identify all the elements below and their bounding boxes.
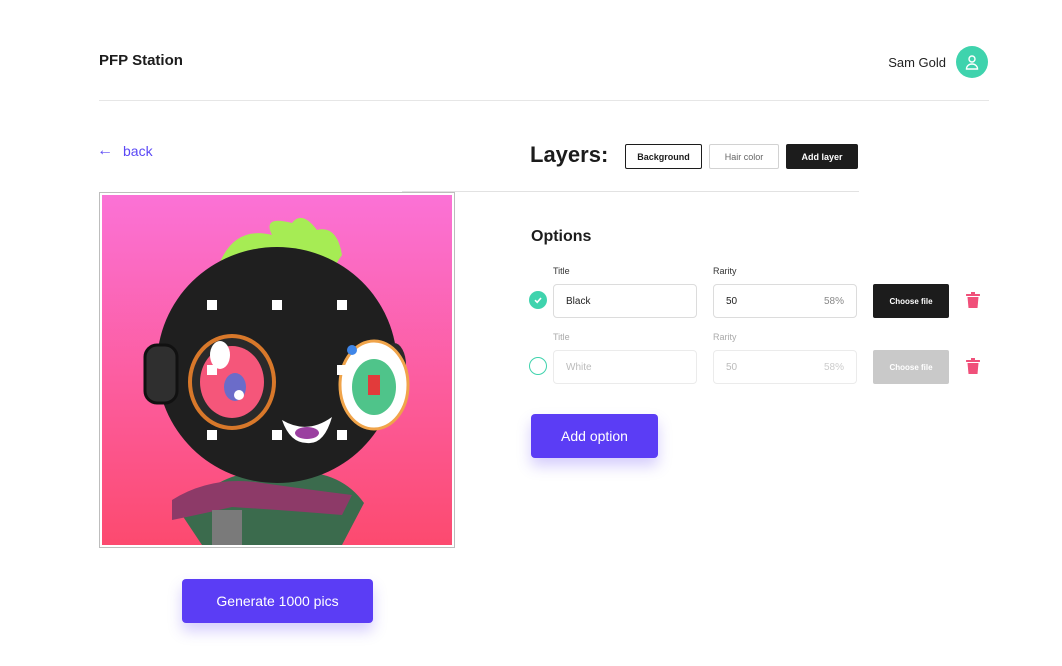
- rarity-label: Rarity: [713, 266, 737, 276]
- title-input[interactable]: White: [553, 350, 697, 384]
- user-name: Sam Gold: [888, 54, 946, 70]
- rarity-value: 50: [726, 295, 738, 307]
- trash-icon[interactable]: [966, 292, 980, 308]
- rarity-value: 50: [726, 361, 738, 373]
- tab-hair-color[interactable]: Hair color: [709, 144, 779, 169]
- rarity-percent: 58%: [823, 295, 844, 307]
- header-divider: [99, 100, 989, 101]
- generate-button[interactable]: Generate 1000 pics: [182, 579, 373, 623]
- checkmark-icon: [534, 297, 542, 304]
- nft-character-image: [102, 195, 452, 545]
- add-layer-button[interactable]: Add layer: [786, 144, 858, 169]
- user-menu[interactable]: Sam Gold: [888, 46, 988, 78]
- rarity-input[interactable]: 50 58%: [713, 284, 857, 318]
- option-row: Title Rarity Black 50 58% Choose file: [529, 266, 989, 322]
- option-checkbox-checked[interactable]: [529, 291, 547, 309]
- add-option-button[interactable]: Add option: [531, 414, 658, 458]
- title-placeholder: White: [566, 361, 592, 373]
- choose-file-button[interactable]: Choose file: [873, 284, 949, 318]
- layer-tabs: Background Hair color Add layer: [625, 144, 858, 169]
- title-input[interactable]: Black: [553, 284, 697, 318]
- rarity-input[interactable]: 50 58%: [713, 350, 857, 384]
- layer-preview: [99, 192, 455, 548]
- choose-file-button[interactable]: Choose file: [873, 350, 949, 384]
- user-icon: [965, 55, 979, 70]
- avatar[interactable]: [956, 46, 988, 78]
- title-label: Title: [553, 332, 570, 342]
- app-title: PFP Station: [99, 52, 183, 69]
- arrow-left-icon: ←: [97, 142, 113, 159]
- tab-background[interactable]: Background: [625, 144, 702, 169]
- layers-title: Layers:: [530, 142, 609, 167]
- options-title: Options: [531, 228, 592, 245]
- layers-divider: [402, 191, 859, 192]
- back-link[interactable]: ← back: [97, 142, 153, 160]
- back-label: back: [123, 143, 153, 159]
- title-label: Title: [553, 266, 570, 276]
- rarity-percent: 58%: [823, 361, 844, 373]
- title-value: Black: [566, 295, 591, 307]
- option-checkbox-unchecked[interactable]: [529, 357, 547, 375]
- option-row: Title Rarity White 50 58% Choose file: [529, 332, 989, 388]
- rarity-label: Rarity: [713, 332, 737, 342]
- trash-icon[interactable]: [966, 358, 980, 374]
